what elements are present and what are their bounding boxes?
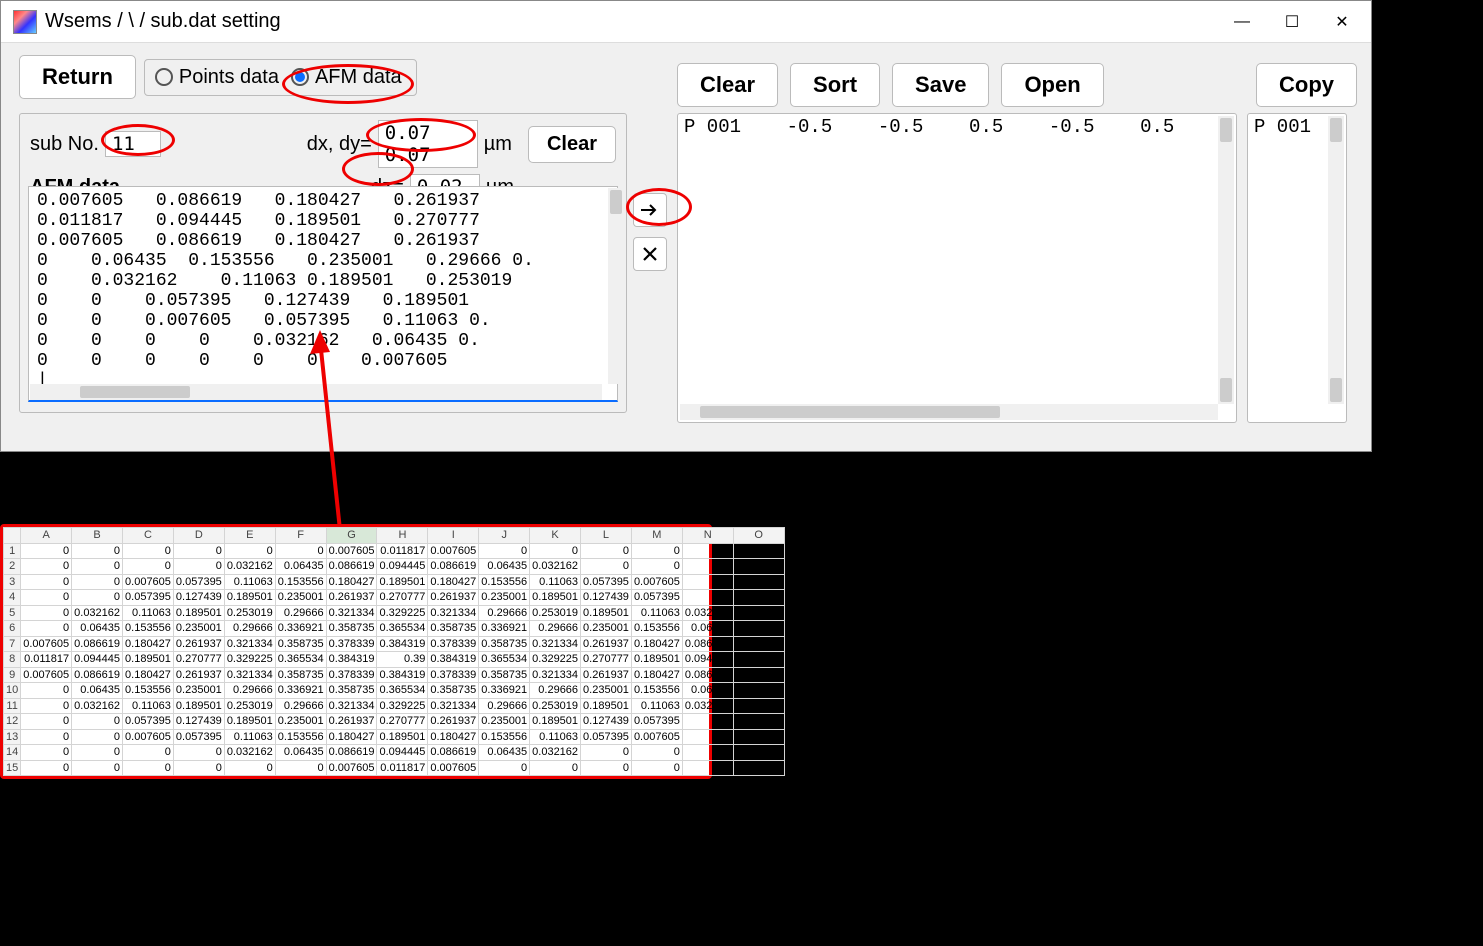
dxdy-input[interactable]: 0.07 0.07 xyxy=(378,120,478,168)
data-type-group: Points data AFM data xyxy=(144,59,417,96)
clear-list-button[interactable]: Clear xyxy=(677,63,778,107)
idlist-scrollbar-v[interactable] xyxy=(1328,116,1344,404)
app-icon xyxy=(13,10,37,34)
arrow-right-icon xyxy=(640,203,660,217)
clear-panel-button[interactable]: Clear xyxy=(528,126,616,163)
close-button[interactable]: ✕ xyxy=(1317,4,1367,40)
subno-input[interactable]: 11 xyxy=(105,131,161,157)
sort-button[interactable]: Sort xyxy=(790,63,880,107)
subno-label: sub No. xyxy=(30,133,99,156)
radio-afm-data[interactable]: AFM data xyxy=(291,66,402,89)
radio-icon xyxy=(291,68,309,86)
delete-button[interactable] xyxy=(633,237,667,271)
spreadsheet: ABCDEFGHIJKLMNO10000000.0076050.0118170.… xyxy=(0,524,712,779)
textarea-scrollbar-h[interactable] xyxy=(30,384,602,400)
afm-input-panel: sub No. 11 dx, dy= 0.07 0.07 µm Clear AF… xyxy=(19,113,627,413)
window-title: Wsems / \ / sub.dat setting xyxy=(45,10,1217,33)
afm-data-textarea[interactable]: 0.007605 0.086619 0.180427 0.261937 0.01… xyxy=(28,186,618,402)
radio-label: Points data xyxy=(179,66,279,89)
id-list[interactable]: P 001 xyxy=(1247,113,1347,423)
spreadsheet-table[interactable]: ABCDEFGHIJKLMNO10000000.0076050.0118170.… xyxy=(3,527,785,776)
radio-label: AFM data xyxy=(315,66,402,89)
open-button[interactable]: Open xyxy=(1001,63,1103,107)
minimize-button[interactable]: — xyxy=(1217,4,1267,40)
list-scrollbar-h[interactable] xyxy=(680,404,1218,420)
list-scrollbar-v[interactable] xyxy=(1218,116,1234,404)
maximize-button[interactable]: ☐ xyxy=(1267,4,1317,40)
save-button[interactable]: Save xyxy=(892,63,989,107)
dxdy-label: dx, dy= xyxy=(307,133,372,156)
app-window: Wsems / \ / sub.dat setting — ☐ ✕ Return… xyxy=(0,0,1372,452)
return-button[interactable]: Return xyxy=(19,55,136,99)
unit-label: µm xyxy=(484,133,512,156)
close-icon xyxy=(643,247,657,261)
copy-button[interactable]: Copy xyxy=(1256,63,1357,107)
titlebar: Wsems / \ / sub.dat setting — ☐ ✕ xyxy=(1,1,1371,43)
radio-icon xyxy=(155,68,173,86)
radio-points-data[interactable]: Points data xyxy=(155,66,279,89)
textarea-scrollbar-v[interactable] xyxy=(608,188,624,384)
transfer-right-button[interactable] xyxy=(633,193,667,227)
result-list-text: P 001 -0.5 -0.5 0.5 -0.5 0.5 xyxy=(678,114,1236,422)
result-list[interactable]: P 001 -0.5 -0.5 0.5 -0.5 0.5 xyxy=(677,113,1237,423)
